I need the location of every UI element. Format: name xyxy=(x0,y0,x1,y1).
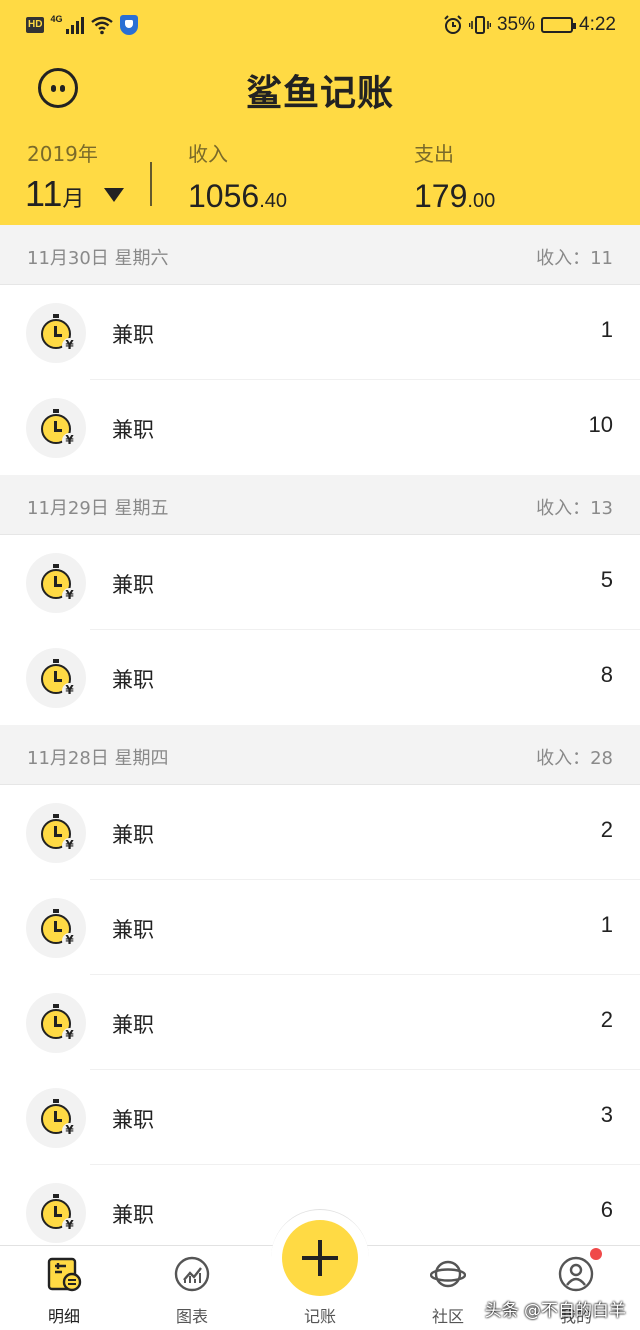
income-label: 收入 xyxy=(188,142,228,166)
hd-icon: HD xyxy=(26,17,45,33)
day-date: 11月30日 星期六 xyxy=(27,248,169,269)
app-title: 鲨鱼记账 xyxy=(245,73,394,114)
user-icon xyxy=(558,1256,594,1292)
category-name: 兼职 xyxy=(112,573,154,597)
record-amount: 3 xyxy=(600,1102,613,1127)
tab-charts[interactable]: 图表 xyxy=(128,1246,256,1330)
category-name: 兼职 xyxy=(112,1108,154,1132)
expense-integer: 179 xyxy=(414,178,468,214)
day-header: 11月28日 星期四 收入：28 xyxy=(0,725,640,785)
record-amount: 5 xyxy=(600,567,613,592)
part-time-clock-icon: ¥ xyxy=(41,814,77,853)
tab-charts-label: 图表 xyxy=(175,1307,208,1326)
record-amount: 8 xyxy=(600,662,613,687)
record-amount: 1 xyxy=(600,912,613,937)
month-number: 11 xyxy=(25,173,63,214)
category-icon-bg: ¥ xyxy=(26,1088,86,1148)
day-total: 收入：28 xyxy=(536,748,613,769)
clock-time: 4:22 xyxy=(579,14,616,35)
record-amount: 10 xyxy=(588,412,613,437)
category-icon-bg: ¥ xyxy=(26,993,86,1053)
category-icon-bg: ¥ xyxy=(26,898,86,958)
category-name: 兼职 xyxy=(112,418,154,442)
category-name: 兼职 xyxy=(112,918,154,942)
part-time-clock-icon: ¥ xyxy=(41,409,77,448)
expense-total: 179.00 xyxy=(414,178,495,215)
category-name: 兼职 xyxy=(112,823,154,847)
record-row[interactable]: ¥ 兼职 5 xyxy=(0,535,640,630)
expense-label: 支出 xyxy=(414,142,454,166)
day-header: 11月29日 星期五 收入：13 xyxy=(0,475,640,535)
category-icon-bg: ¥ xyxy=(26,303,86,363)
category-icon-bg: ¥ xyxy=(26,1183,86,1243)
tab-add[interactable]: 记账 xyxy=(256,1246,384,1330)
tab-add-label: 记账 xyxy=(303,1307,336,1326)
status-bar: HD 4G 35% 4:22 xyxy=(0,0,640,50)
battery-icon xyxy=(541,17,577,33)
vibrate-icon xyxy=(468,16,491,34)
part-time-clock-icon: ¥ xyxy=(41,564,77,603)
dropdown-caret-icon[interactable] xyxy=(104,188,124,202)
part-time-clock-icon: ¥ xyxy=(41,314,77,353)
day-date: 11月29日 星期五 xyxy=(27,498,169,519)
battery-percent: 35% xyxy=(496,14,536,35)
day-header: 11月30日 星期六 收入：11 xyxy=(0,225,640,285)
record-row[interactable]: ¥ 兼职 1 xyxy=(0,285,640,380)
tab-details-label: 明细 xyxy=(47,1307,80,1326)
year-label[interactable]: 2019年 xyxy=(27,138,98,167)
details-list-icon xyxy=(47,1257,82,1292)
signal-icon xyxy=(66,16,85,34)
category-name: 兼职 xyxy=(112,668,154,692)
record-amount: 1 xyxy=(600,317,613,342)
income-total: 1056.40 xyxy=(188,178,287,215)
header-divider xyxy=(150,162,152,206)
wifi-icon xyxy=(91,16,114,35)
network-type: 4G xyxy=(50,14,63,24)
security-shield-icon xyxy=(120,15,139,35)
record-row[interactable]: ¥ 兼职 8 xyxy=(0,630,640,725)
category-icon-bg: ¥ xyxy=(26,803,86,863)
record-amount: 2 xyxy=(600,1007,613,1032)
notification-badge xyxy=(590,1248,602,1260)
record-row[interactable]: ¥ 兼职 10 xyxy=(0,380,640,475)
month-selector[interactable]: 11月 xyxy=(25,172,84,222)
record-amount: 2 xyxy=(600,817,613,842)
record-row[interactable]: ¥ 兼职 3 xyxy=(0,1070,640,1165)
category-name: 兼职 xyxy=(112,323,154,347)
part-time-clock-icon: ¥ xyxy=(41,1004,77,1043)
day-total: 收入：11 xyxy=(536,248,613,269)
planet-icon xyxy=(430,1260,466,1288)
tab-details[interactable]: 明细 xyxy=(0,1246,128,1330)
category-icon-bg: ¥ xyxy=(26,398,86,458)
category-name: 兼职 xyxy=(112,1013,154,1037)
part-time-clock-icon: ¥ xyxy=(41,1194,77,1233)
category-icon-bg: ¥ xyxy=(26,648,86,708)
record-list[interactable]: 11月30日 星期六 收入：11 ¥ 兼职 1 ¥ 兼职 10 11月29日 星期五 收入：13 ¥… xyxy=(0,225,640,1260)
chart-icon xyxy=(174,1256,210,1292)
category-name: 兼职 xyxy=(112,1203,154,1227)
record-amount: 6 xyxy=(600,1197,613,1222)
day-date: 11月28日 星期四 xyxy=(27,748,169,769)
part-time-clock-icon: ¥ xyxy=(41,909,77,948)
category-icon-bg: ¥ xyxy=(26,553,86,613)
alarm-icon xyxy=(444,15,462,34)
record-row[interactable]: ¥ 兼职 1 xyxy=(0,880,640,975)
income-decimal: .40 xyxy=(259,190,287,212)
part-time-clock-icon: ¥ xyxy=(41,1099,77,1138)
record-row[interactable]: ¥ 兼职 2 xyxy=(0,785,640,880)
watermark: 头条 @不自的白羊 xyxy=(484,1301,626,1321)
part-time-clock-icon: ¥ xyxy=(41,659,77,698)
expense-decimal: .00 xyxy=(467,190,496,212)
day-total: 收入：13 xyxy=(536,498,613,519)
month-unit: 月 xyxy=(62,187,85,212)
record-row[interactable]: ¥ 兼职 2 xyxy=(0,975,640,1070)
income-integer: 1056 xyxy=(188,178,260,214)
